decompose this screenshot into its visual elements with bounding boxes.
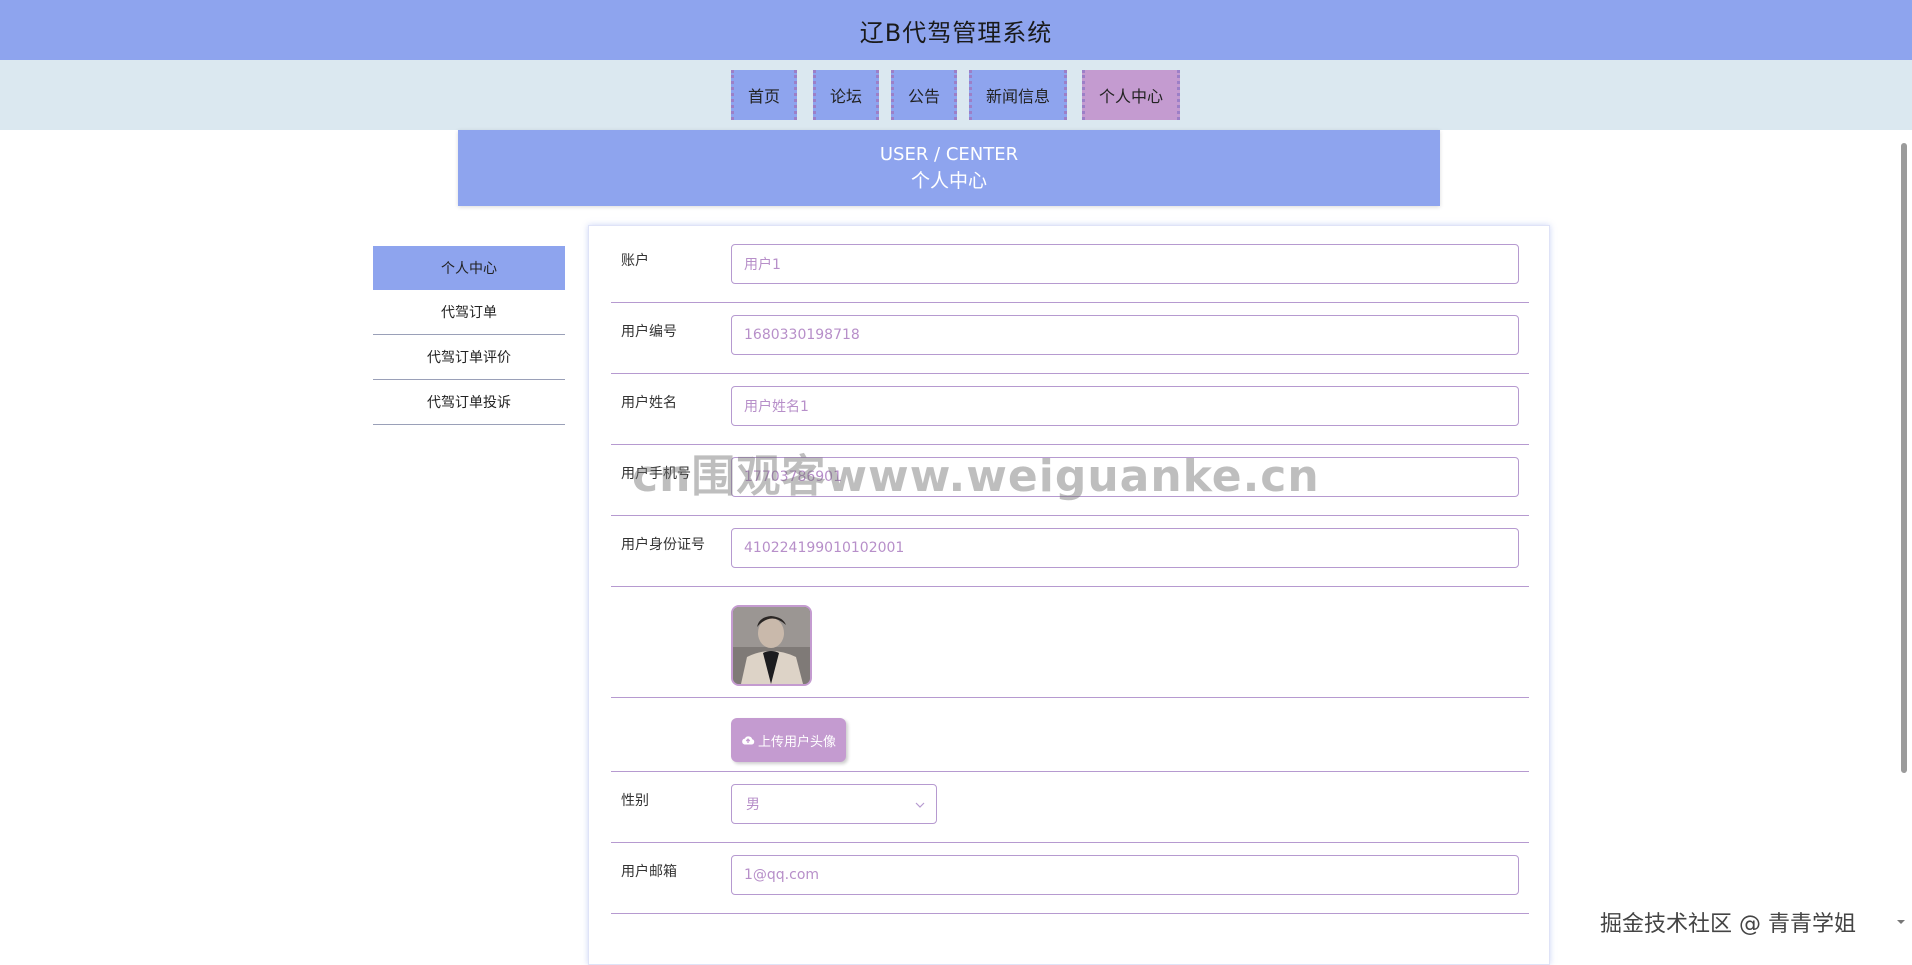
main-nav: 首页 论坛 公告 新闻信息 个人中心: [0, 60, 1912, 130]
cloud-upload-icon: [742, 736, 755, 745]
user-avatar: [731, 605, 812, 686]
nav-news[interactable]: 新闻信息: [969, 70, 1067, 120]
gender-label: 性别: [621, 793, 649, 809]
form-row-user-no: 用户编号 1680330198718: [611, 303, 1529, 374]
user-name-input[interactable]: 用户姓名1: [731, 386, 1519, 426]
form-row-upload: 上传用户头像: [611, 698, 1529, 772]
nav-user-center[interactable]: 个人中心: [1082, 70, 1180, 120]
upload-avatar-button[interactable]: 上传用户头像: [731, 718, 847, 762]
page-title: 辽B代驾管理系统: [859, 18, 1053, 47]
caret-down-icon: [1897, 920, 1905, 924]
user-name-label: 用户姓名: [621, 395, 677, 411]
gender-selected-value: 男: [746, 797, 760, 813]
form-row-gender: 性别 男: [611, 772, 1529, 843]
side-item-order-complaints[interactable]: 代驾订单投诉: [373, 380, 565, 425]
id-card-label: 用户身份证号: [621, 537, 705, 553]
account-label: 账户: [621, 253, 649, 269]
id-card-input[interactable]: 410224199010102001: [731, 528, 1519, 568]
email-input[interactable]: 1@qq.com: [731, 855, 1519, 895]
nav-forum[interactable]: 论坛: [813, 70, 879, 120]
account-input[interactable]: 用户1: [731, 244, 1519, 284]
nav-notice[interactable]: 公告: [891, 70, 957, 120]
email-label: 用户邮箱: [621, 864, 677, 880]
page-scrollbar-thumb[interactable]: [1901, 143, 1907, 773]
user-no-label: 用户编号: [621, 324, 677, 340]
side-item-order-reviews[interactable]: 代驾订单评价: [373, 335, 565, 380]
user-no-input[interactable]: 1680330198718: [731, 315, 1519, 355]
side-menu: 个人中心 代驾订单 代驾订单评价 代驾订单投诉: [373, 246, 565, 425]
form-row-user-name: 用户姓名 用户姓名1: [611, 374, 1529, 445]
banner-title-en: USER / CENTER: [879, 144, 1019, 165]
form-row-phone: 用户手机号 17703786901: [611, 445, 1529, 516]
avatar-photo-icon: [733, 607, 810, 684]
profile-form-card: 账户 用户1 用户编号 1680330198718 用户姓名 用户姓名1 用户手…: [588, 225, 1550, 965]
side-item-user-center[interactable]: 个人中心: [373, 246, 565, 290]
upload-avatar-label: 上传用户头像: [758, 734, 837, 750]
phone-input[interactable]: 17703786901: [731, 457, 1519, 497]
section-banner: USER / CENTER 个人中心: [458, 130, 1440, 206]
banner-title-cn: 个人中心: [910, 170, 987, 192]
nav-home[interactable]: 首页: [731, 70, 797, 120]
form-row-email: 用户邮箱 1@qq.com: [611, 843, 1529, 914]
form-row-account: 账户 用户1: [611, 232, 1529, 303]
credit-text: 掘金技术社区 @ 青青学姐: [1600, 912, 1856, 937]
form-row-id-card: 用户身份证号 410224199010102001: [611, 516, 1529, 587]
phone-label: 用户手机号: [621, 466, 691, 482]
gender-select[interactable]: 男: [731, 784, 937, 824]
chevron-down-icon: [915, 802, 925, 808]
side-item-orders[interactable]: 代驾订单: [373, 290, 565, 335]
form-row-avatar: [611, 587, 1529, 698]
top-header: 辽B代驾管理系统: [0, 0, 1912, 60]
